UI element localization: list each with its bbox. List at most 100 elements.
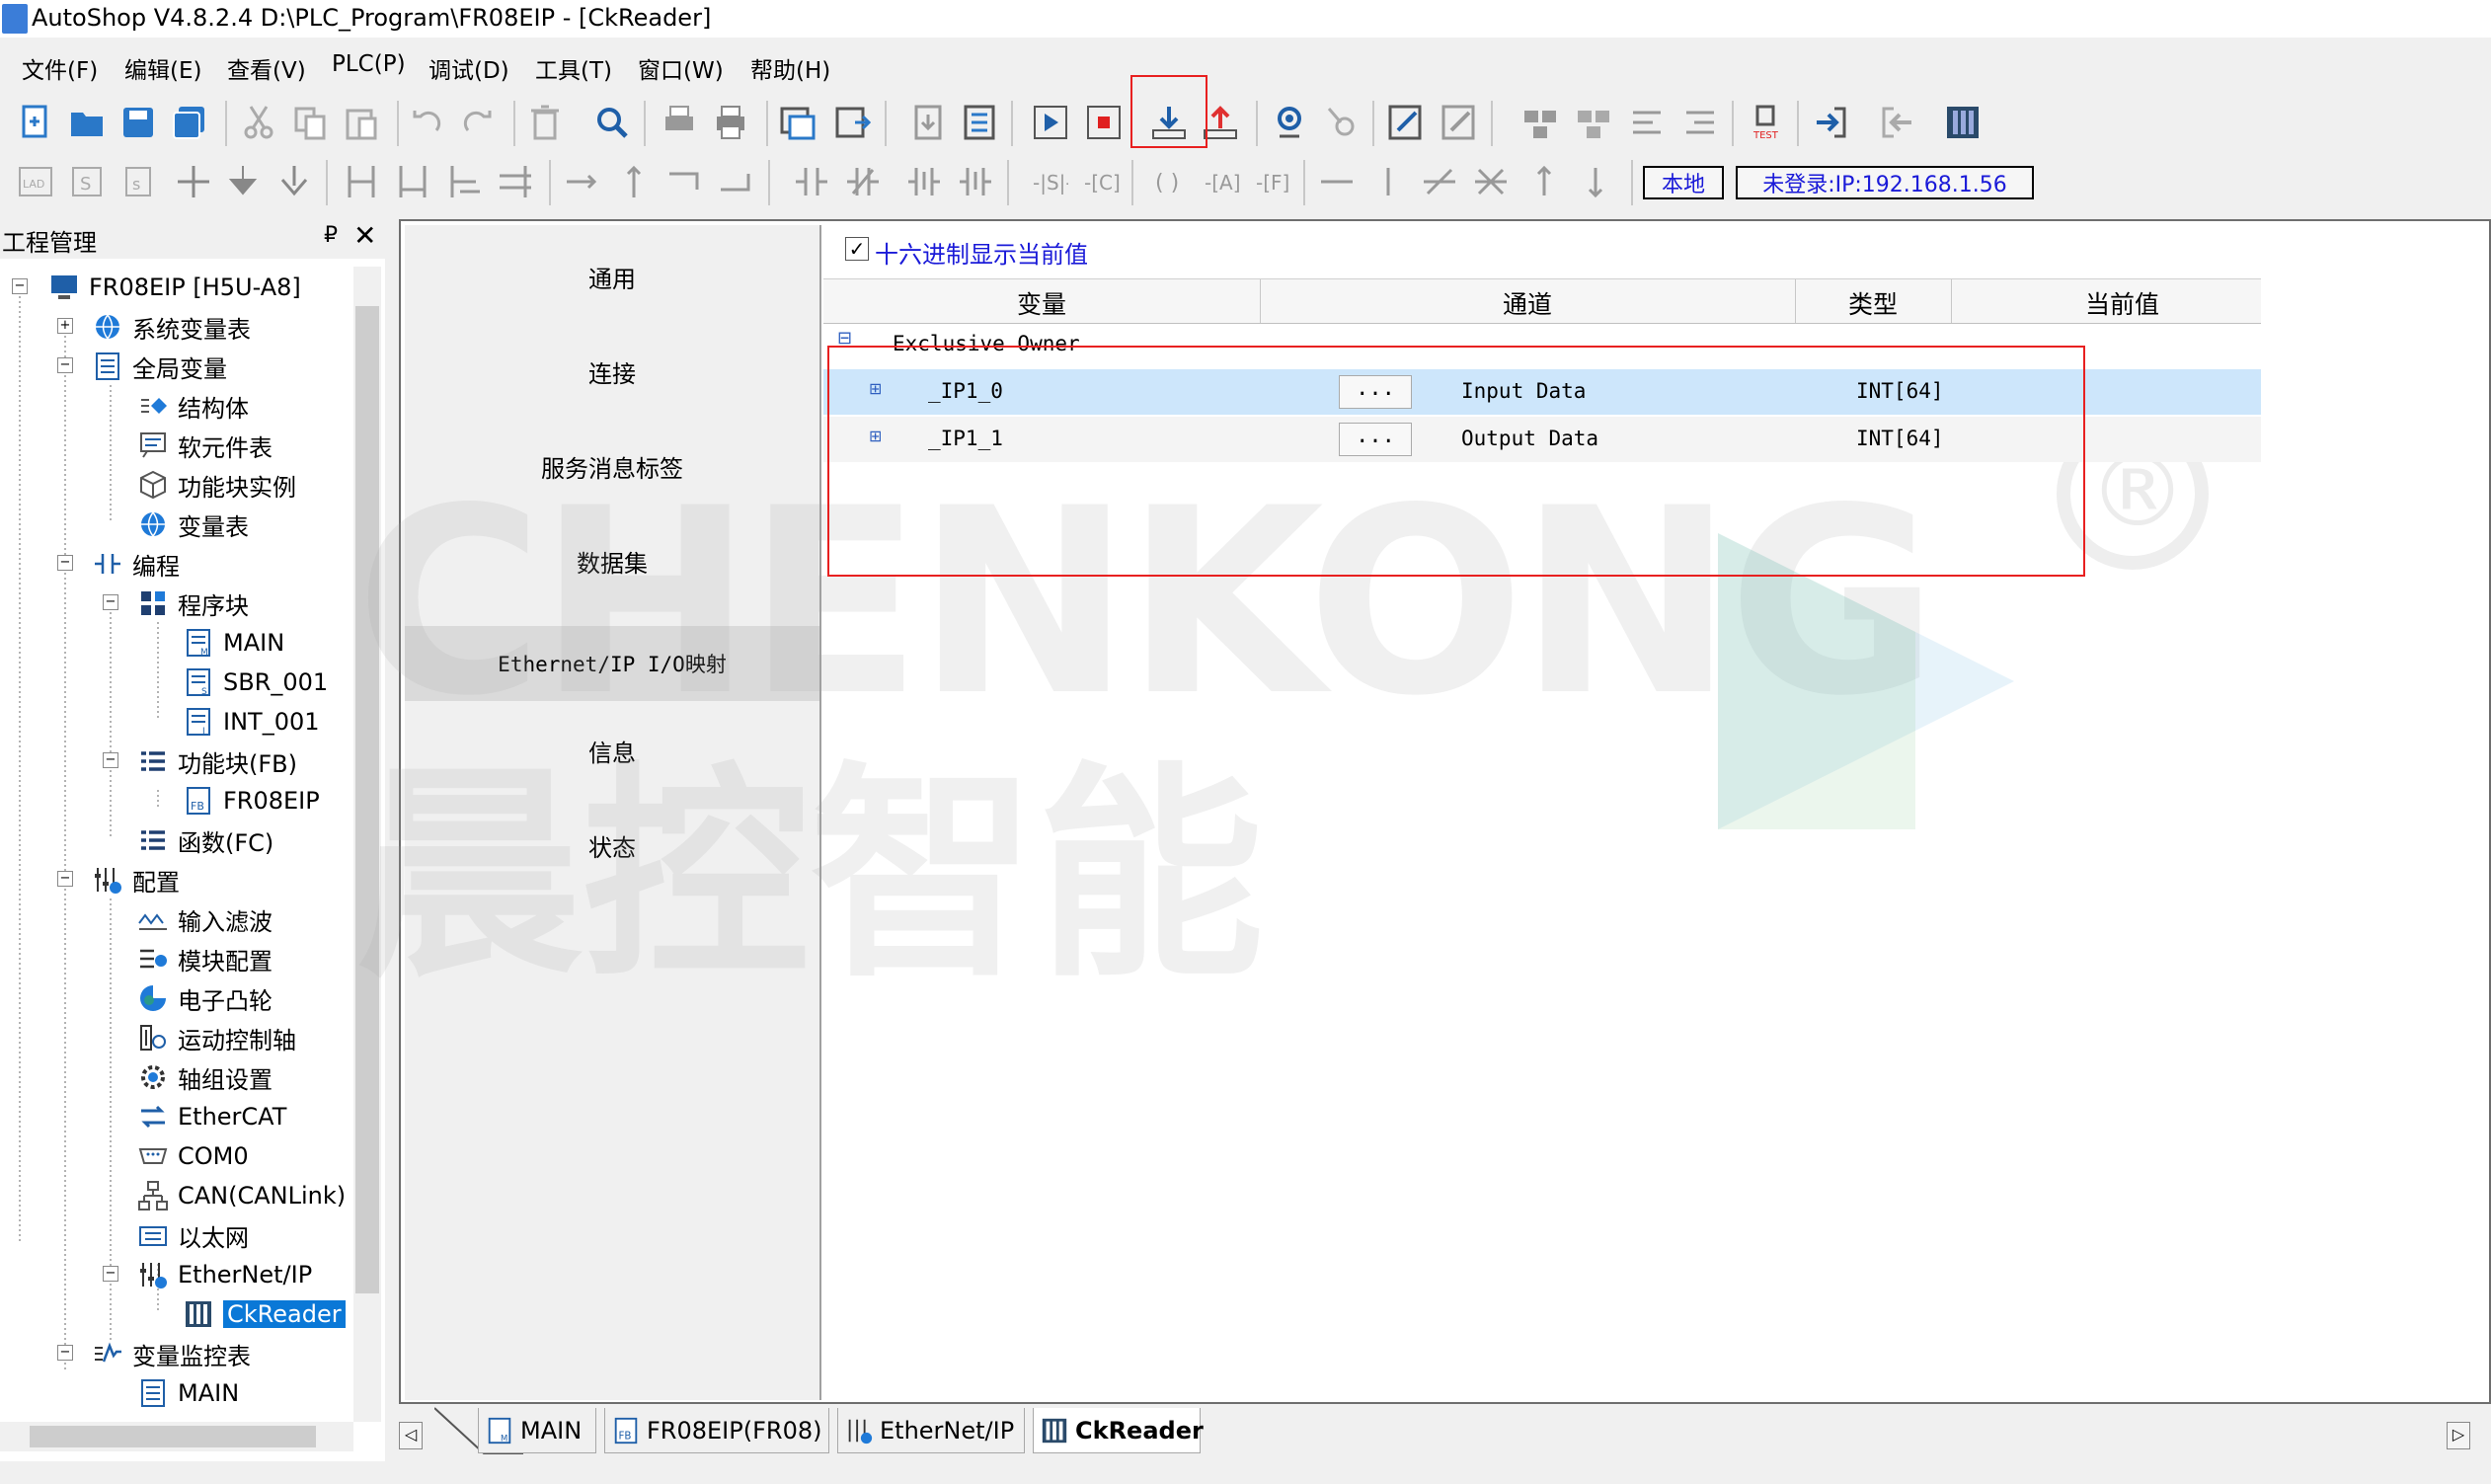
insert-row-icon[interactable]	[340, 160, 383, 203]
local-mode-button[interactable]: 本地	[1643, 166, 1724, 199]
column-header-channel[interactable]: 通道	[1503, 285, 1552, 321]
save-all-icon[interactable]	[168, 101, 211, 144]
pin-icon[interactable]: ₽	[324, 223, 338, 248]
menu-file[interactable]: 文件(F)	[22, 51, 98, 85]
expander-root[interactable]: −	[12, 278, 28, 294]
delete-icon[interactable]	[523, 101, 567, 144]
insert-down-icon[interactable]	[221, 160, 265, 203]
expander-global-vars[interactable]: −	[57, 357, 73, 373]
tree-item-ethercat[interactable]: EtherCAT	[136, 1098, 286, 1135]
insert-column-icon[interactable]	[391, 160, 434, 203]
hline-draw-icon[interactable]	[1315, 160, 1359, 203]
close-icon[interactable]: ✕	[353, 219, 376, 252]
column-header-value[interactable]: 当前值	[2085, 285, 2159, 321]
delete-column-icon[interactable]	[494, 160, 537, 203]
instruction-icon[interactable]: -[A]	[1199, 160, 1242, 203]
copy-icon[interactable]	[288, 101, 332, 144]
tree-item-device-table[interactable]: 软元件表	[136, 427, 272, 464]
cross-line-icon[interactable]	[1469, 160, 1513, 203]
tree-item-sbr001[interactable]: S SBR_001	[182, 664, 328, 701]
tree-item-var-table[interactable]: 变量表	[136, 506, 249, 543]
column-header-variable[interactable]: 变量	[1017, 285, 1066, 321]
print-preview-icon[interactable]	[658, 101, 701, 144]
expander-program-blocks[interactable]: −	[103, 594, 118, 610]
cut-icon[interactable]	[237, 101, 280, 144]
move-down-icon[interactable]	[1574, 160, 1617, 203]
sfc-mode-icon[interactable]: S	[65, 160, 109, 203]
set-coil-icon[interactable]: -|S|-	[1027, 160, 1070, 203]
menu-help[interactable]: 帮助(H)	[750, 51, 830, 85]
menu-edit[interactable]: 编辑(E)	[124, 51, 201, 85]
tree-item-program-blocks[interactable]: 程序块	[136, 585, 249, 622]
run-icon[interactable]	[1029, 101, 1072, 144]
corner-line2-icon[interactable]	[715, 160, 758, 203]
print-icon[interactable]	[709, 101, 752, 144]
open-folder-icon[interactable]	[65, 101, 109, 144]
redo-icon[interactable]	[456, 101, 500, 144]
new-file-icon[interactable]	[14, 101, 57, 144]
st-mode-icon[interactable]: s	[117, 160, 160, 203]
tree-item-axis-group[interactable]: 轴组设置	[136, 1058, 272, 1096]
tree-item-function-blocks[interactable]: 功能块(FB)	[136, 742, 297, 780]
window-tile-icon[interactable]	[831, 101, 875, 144]
nc-contact-icon[interactable]	[841, 160, 885, 203]
vline-draw-icon[interactable]	[1366, 160, 1410, 203]
tree-item-can[interactable]: CAN(CANLink)	[136, 1177, 346, 1214]
vertical-line-icon[interactable]	[612, 160, 656, 203]
horizontal-line-icon[interactable]	[561, 160, 604, 203]
tree-item-ckreader[interactable]: CkReader	[182, 1295, 346, 1333]
tab-scroll-right-icon[interactable]: ▷	[2447, 1422, 2470, 1449]
tree-item-ecam[interactable]: 电子凸轮	[136, 979, 272, 1017]
tree-hscroll-thumb[interactable]	[30, 1426, 316, 1447]
rising-edge-icon[interactable]	[902, 160, 946, 203]
menu-plc[interactable]: PLC(P)	[332, 51, 406, 77]
insert-branch-icon[interactable]	[172, 160, 215, 203]
expander-config[interactable]: −	[57, 871, 73, 887]
search-icon[interactable]	[590, 101, 634, 144]
tree-item-module-config[interactable]: 模块配置	[136, 940, 272, 977]
tab-scroll-left-icon[interactable]: ◁	[399, 1422, 423, 1449]
network-config-icon[interactable]	[1518, 101, 1562, 144]
login-icon[interactable]	[1809, 101, 1852, 144]
test-icon[interactable]: TEST	[1744, 101, 1787, 144]
compile-icon[interactable]	[906, 101, 950, 144]
tree-item-var-monitor[interactable]: 变量监控表	[91, 1335, 251, 1372]
write-mode-icon[interactable]	[1438, 101, 1481, 144]
menu-window[interactable]: 窗口(W)	[638, 51, 724, 85]
expander-programming[interactable]: −	[57, 555, 73, 571]
reset-coil-icon[interactable]: -[C]	[1078, 160, 1122, 203]
menu-debug[interactable]: 调试(D)	[428, 51, 509, 85]
tab-main[interactable]: M MAIN	[478, 1408, 596, 1453]
tab-ckreader[interactable]: CkReader	[1033, 1408, 1204, 1453]
trace-icon[interactable]	[1319, 101, 1362, 144]
tree-item-programming[interactable]: 编程	[91, 545, 180, 583]
save-icon[interactable]	[117, 101, 160, 144]
tree-item-system-vars[interactable]: 系统变量表	[91, 308, 251, 346]
move-up-icon[interactable]	[1522, 160, 1566, 203]
logout-icon[interactable]	[1876, 101, 1919, 144]
expander-ethernetip[interactable]: −	[103, 1266, 118, 1282]
paste-icon[interactable]	[340, 101, 383, 144]
undo-icon[interactable]	[405, 101, 448, 144]
tree-item-config[interactable]: 配置	[91, 861, 180, 898]
tree-item-fb-instance[interactable]: 功能块实例	[136, 466, 296, 504]
tree-item-global-vars[interactable]: 全局变量	[91, 348, 227, 385]
tree-item-motion-axis[interactable]: 运动控制轴	[136, 1019, 296, 1056]
edit-mode-icon[interactable]	[1384, 101, 1428, 144]
tree-item-int001[interactable]: I INT_001	[182, 703, 320, 741]
tree-item-ethernet[interactable]: 以太网	[136, 1216, 249, 1254]
expander-system-vars[interactable]: +	[57, 318, 73, 334]
hex-display-checkbox[interactable]: ✓	[845, 237, 869, 261]
window-cascade-icon[interactable]	[776, 101, 819, 144]
corner-line-icon[interactable]	[663, 160, 707, 203]
lad-mode-icon[interactable]: LAD	[14, 160, 57, 203]
no-contact-icon[interactable]	[790, 160, 833, 203]
tree-item-functions[interactable]: 函数(FC)	[136, 821, 273, 859]
hardware-config-icon[interactable]	[1941, 101, 1985, 144]
stop-icon[interactable]	[1082, 101, 1126, 144]
menu-tools[interactable]: 工具(T)	[535, 51, 612, 85]
column-header-type[interactable]: 类型	[1848, 285, 1898, 321]
falling-edge-icon[interactable]	[954, 160, 997, 203]
coil-icon[interactable]: ( )	[1147, 160, 1191, 203]
align-left-icon[interactable]	[1625, 101, 1669, 144]
